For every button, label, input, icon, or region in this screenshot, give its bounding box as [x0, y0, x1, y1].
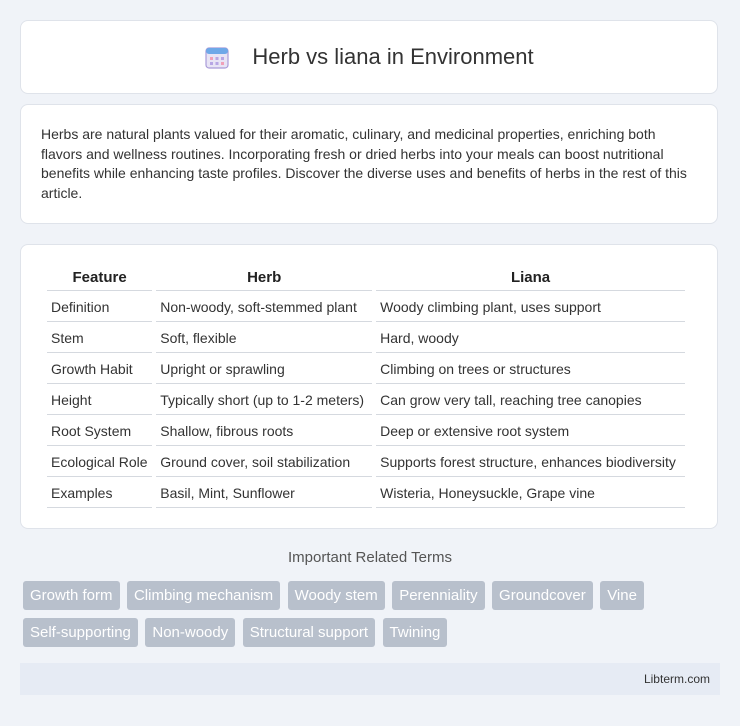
calendar-icon [204, 44, 230, 70]
footer-link[interactable]: Libterm.com [644, 672, 710, 686]
table-cell: Growth Habit [47, 353, 153, 384]
table-row: Examples Basil, Mint, Sunflower Wisteria… [47, 477, 685, 508]
tag-groundcover[interactable]: Groundcover [492, 581, 593, 610]
comparison-card: Feature Herb Liana Definition Non-woody,… [20, 244, 718, 529]
table-row: Growth Habit Upright or sprawling Climbi… [47, 353, 685, 384]
table-row: Ecological Role Ground cover, soil stabi… [47, 446, 685, 477]
page-title: Herb vs liana in Environment [252, 44, 534, 69]
intro-text: Herbs are natural plants valued for thei… [41, 126, 687, 201]
tag-non-woody[interactable]: Non-woody [145, 618, 236, 647]
table-cell: Supports forest structure, enhances biod… [376, 446, 685, 477]
tag-structural-support[interactable]: Structural support [242, 618, 376, 647]
tag-woody-stem[interactable]: Woody stem [287, 581, 385, 610]
table-cell: Woody climbing plant, uses support [376, 291, 685, 322]
related-terms-title: Important Related Terms [288, 549, 452, 566]
table-cell: Root System [47, 415, 153, 446]
header-liana: Liana [376, 265, 685, 291]
intro-card: Herbs are natural plants valued for thei… [20, 104, 718, 224]
related-tags: Growth form Climbing mechanism Woody ste… [23, 581, 723, 655]
header-feature: Feature [47, 265, 153, 291]
tag-perenniality[interactable]: Perenniality [392, 581, 485, 610]
table-cell: Climbing on trees or structures [376, 353, 685, 384]
table-cell: Basil, Mint, Sunflower [156, 477, 373, 508]
tag-self-supporting[interactable]: Self-supporting [23, 618, 138, 647]
table-row: Height Typically short (up to 1-2 meters… [47, 384, 685, 415]
table-cell: Can grow very tall, reaching tree canopi… [376, 384, 685, 415]
table-row: Definition Non-woody, soft-stemmed plant… [47, 291, 685, 322]
table-cell: Wisteria, Honeysuckle, Grape vine [376, 477, 685, 508]
table-cell: Examples [47, 477, 153, 508]
table-cell: Definition [47, 291, 153, 322]
header-herb: Herb [156, 265, 373, 291]
table-cell: Deep or extensive root system [376, 415, 685, 446]
table-cell: Stem [47, 322, 153, 353]
table-cell: Upright or sprawling [156, 353, 373, 384]
table-row: Root System Shallow, fibrous roots Deep … [47, 415, 685, 446]
title-card: Herb vs liana in Environment [20, 20, 718, 94]
table-cell: Typically short (up to 1-2 meters) [156, 384, 373, 415]
footer: Libterm.com [20, 663, 720, 695]
table-cell: Height [47, 384, 153, 415]
table-cell: Ground cover, soil stabilization [156, 446, 373, 477]
table-cell: Shallow, fibrous roots [156, 415, 373, 446]
table-cell: Soft, flexible [156, 322, 373, 353]
table-cell: Hard, woody [376, 322, 685, 353]
tag-climbing-mechanism[interactable]: Climbing mechanism [126, 581, 281, 610]
table-row: Stem Soft, flexible Hard, woody [47, 322, 685, 353]
table-cell: Ecological Role [47, 446, 153, 477]
table-header-row: Feature Herb Liana [47, 265, 685, 291]
tag-vine[interactable]: Vine [600, 581, 644, 610]
table-cell: Non-woody, soft-stemmed plant [156, 291, 373, 322]
tag-twining[interactable]: Twining [382, 618, 448, 647]
comparison-table: Feature Herb Liana Definition Non-woody,… [43, 265, 689, 508]
tag-growth-form[interactable]: Growth form [23, 581, 120, 610]
